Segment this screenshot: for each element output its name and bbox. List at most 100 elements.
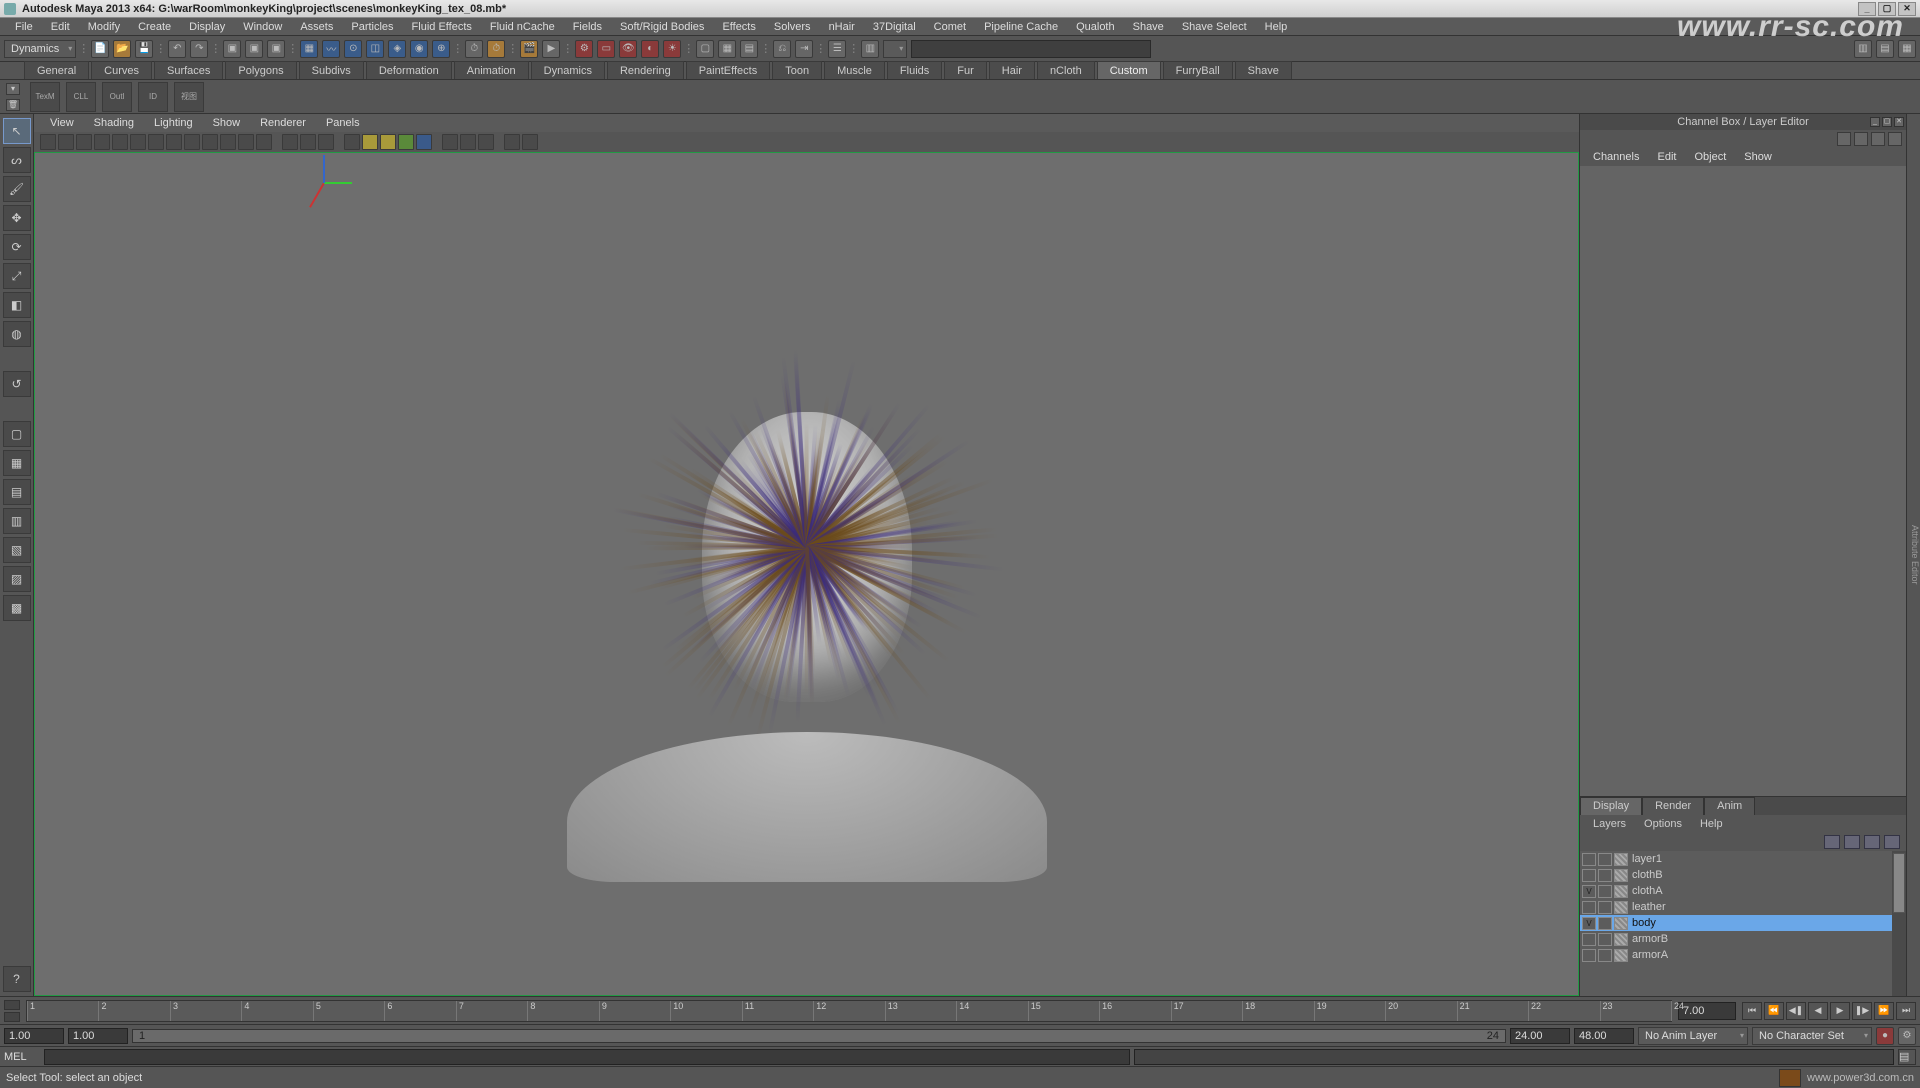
layer-move-down-icon[interactable] (1844, 835, 1860, 849)
shelf-tab-hair[interactable]: Hair (989, 61, 1035, 79)
new-scene-icon[interactable]: 📄 (91, 40, 109, 58)
render-region-icon[interactable]: ▭ (597, 40, 615, 58)
shelf-button-texm[interactable]: TexM (30, 82, 60, 112)
layout-script-icon[interactable]: ▩ (3, 595, 31, 621)
panel-viewport2-icon[interactable] (504, 134, 520, 150)
render-view-icon[interactable]: 👁 (619, 40, 637, 58)
shelf-tab-fur[interactable]: Fur (944, 61, 987, 79)
command-input-field[interactable] (44, 1049, 1130, 1065)
menu-window[interactable]: Window (234, 19, 291, 35)
layer-row-armora[interactable]: armorA (1580, 947, 1906, 963)
save-scene-icon[interactable]: 💾 (135, 40, 153, 58)
layout-persp-graph-icon[interactable]: ▥ (3, 508, 31, 534)
panel-2dpanzoom-icon[interactable] (94, 134, 110, 150)
shelf-tab-furryball[interactable]: FurryBall (1163, 61, 1233, 79)
anim-prefs-icon[interactable]: ⚙ (1898, 1027, 1916, 1045)
menuset-dropdown[interactable]: Dynamics (4, 40, 76, 58)
step-forward-frame-button[interactable]: ❚▶ (1852, 1002, 1872, 1020)
render-settings-icon[interactable]: ⚙ (575, 40, 593, 58)
layer-move-up-icon[interactable] (1824, 835, 1840, 849)
layer-menu-layers[interactable]: Layers (1584, 816, 1635, 832)
ipr-render-icon[interactable]: ▶ (542, 40, 560, 58)
range-start-inner-field[interactable]: 1.00 (68, 1028, 128, 1044)
panel-select-camera-icon[interactable] (40, 134, 56, 150)
panel-imageplane-icon[interactable] (76, 134, 92, 150)
rotate-tool[interactable]: ⟳ (3, 234, 31, 260)
layer-menu-options[interactable]: Options (1635, 816, 1691, 832)
layer-color-swatch[interactable] (1614, 949, 1628, 962)
script-editor-button[interactable]: ▤ (1898, 1049, 1916, 1065)
layer-row-clothb[interactable]: clothB (1580, 867, 1906, 883)
menu-fluid-ncache[interactable]: Fluid nCache (481, 19, 564, 35)
layer-displaytype-toggle[interactable] (1598, 933, 1612, 946)
menu-qualoth[interactable]: Qualoth (1067, 19, 1124, 35)
shelf-tab-animation[interactable]: Animation (454, 61, 529, 79)
autokey-toggle[interactable]: ● (1876, 1027, 1894, 1045)
snap-view-icon[interactable]: ◉ (410, 40, 428, 58)
cb-menu-object[interactable]: Object (1685, 149, 1735, 165)
panel-menu-renderer[interactable]: Renderer (250, 115, 316, 131)
panel-menu-panels[interactable]: Panels (316, 115, 370, 131)
sound-track-icon[interactable] (4, 1000, 20, 1010)
layout-hypershade-icon[interactable]: ▧ (3, 537, 31, 563)
layer-displaytype-toggle[interactable] (1598, 901, 1612, 914)
time-ruler[interactable]: 123456789101112131415161718192021222324 (26, 1000, 1672, 1022)
paint-select-tool[interactable]: 🖌 (3, 176, 31, 202)
panel-light-selected-icon[interactable] (398, 134, 414, 150)
select-by-hierarchy-icon[interactable]: ▣ (223, 40, 241, 58)
panel-gategmask-icon[interactable] (166, 134, 182, 150)
shelf-button-cll[interactable]: CLL (66, 82, 96, 112)
step-back-key-button[interactable]: ⏪ (1764, 1002, 1784, 1020)
menu-assets[interactable]: Assets (291, 19, 342, 35)
panel-bookmark-icon[interactable] (58, 134, 74, 150)
range-end-inner-field[interactable]: 24.00 (1510, 1028, 1570, 1044)
anim-layer-dropdown[interactable]: No Anim Layer (1638, 1027, 1748, 1045)
panel-light-default-icon[interactable] (362, 134, 378, 150)
shelf-tab-fluids[interactable]: Fluids (887, 61, 942, 79)
step-forward-key-button[interactable]: ⏩ (1874, 1002, 1894, 1020)
shelf-button-视图[interactable]: 视图 (174, 82, 204, 112)
snap-curve-icon[interactable]: 〰 (322, 40, 340, 58)
inputs-icon[interactable]: ⇥ (795, 40, 813, 58)
layer-row-body[interactable]: Vbody (1580, 915, 1906, 931)
layer-visibility-toggle[interactable]: V (1582, 917, 1596, 930)
play-forward-button[interactable]: ▶ (1830, 1002, 1850, 1020)
cb-menu-channels[interactable]: Channels (1584, 149, 1648, 165)
layer-visibility-toggle[interactable] (1582, 949, 1596, 962)
select-by-component-icon[interactable]: ▣ (267, 40, 285, 58)
key-track-icon[interactable] (4, 1012, 20, 1022)
layer-visibility-toggle[interactable] (1582, 869, 1596, 882)
layout-custom-icon[interactable]: ▨ (3, 566, 31, 592)
scale-tool[interactable]: ⤢ (3, 263, 31, 289)
menu-help[interactable]: Help (1256, 19, 1297, 35)
cb-menu-edit[interactable]: Edit (1648, 149, 1685, 165)
layer-color-swatch[interactable] (1614, 901, 1628, 914)
menu-shave-select[interactable]: Shave Select (1173, 19, 1256, 35)
menu-comet[interactable]: Comet (925, 19, 975, 35)
current-time-field[interactable]: 7.00 (1678, 1002, 1736, 1020)
panel-smoothshade-icon[interactable] (256, 134, 272, 150)
play-backward-button[interactable]: ◀ (1808, 1002, 1828, 1020)
panel-four-icon[interactable]: ▦ (718, 40, 736, 58)
panel-restore-icon[interactable]: ▢ (1882, 117, 1892, 127)
panel-menu-lighting[interactable]: Lighting (144, 115, 203, 131)
layer-tab-render[interactable]: Render (1642, 797, 1704, 815)
panel-usedefaultmat-icon[interactable] (282, 134, 298, 150)
undo-icon[interactable]: ↶ (168, 40, 186, 58)
menu-edit[interactable]: Edit (42, 19, 79, 35)
menu-37digital[interactable]: 37Digital (864, 19, 925, 35)
cb-manip-icon[interactable] (1837, 132, 1851, 146)
shelf-tab-deformation[interactable]: Deformation (366, 61, 452, 79)
menu-shave[interactable]: Shave (1124, 19, 1173, 35)
panel-wireonshaded-icon[interactable] (300, 134, 316, 150)
select-by-object-icon[interactable]: ▣ (245, 40, 263, 58)
panel-textured-icon[interactable] (318, 134, 334, 150)
panel-close-icon[interactable]: ✕ (1894, 117, 1904, 127)
shelf-tab-painteffects[interactable]: PaintEffects (686, 61, 771, 79)
open-scene-icon[interactable]: 📂 (113, 40, 131, 58)
layer-displaytype-toggle[interactable] (1598, 869, 1612, 882)
quick-select-icon[interactable]: ☰ (828, 40, 846, 58)
panel-xray-icon[interactable] (344, 134, 360, 150)
step-back-frame-button[interactable]: ◀❚ (1786, 1002, 1806, 1020)
panel-exposure-icon[interactable] (522, 134, 538, 150)
